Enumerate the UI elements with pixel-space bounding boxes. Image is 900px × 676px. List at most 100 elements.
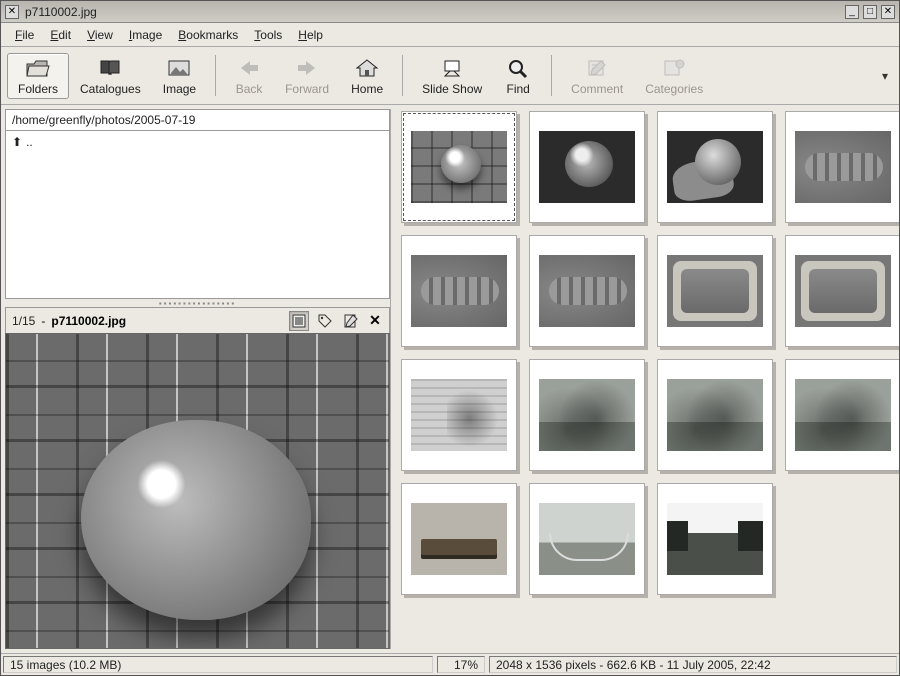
toolbar-categories-label: Categories (645, 82, 703, 96)
thumbnail[interactable] (657, 359, 773, 471)
path-field[interactable]: /home/greenfly/photos/2005-07-19 (5, 109, 390, 131)
fit-mode-button[interactable] (289, 311, 309, 331)
menu-help[interactable]: Help (292, 26, 329, 44)
menu-bookmarks[interactable]: Bookmarks (172, 26, 244, 44)
preview-image[interactable] (5, 333, 390, 649)
thumbnail[interactable] (401, 235, 517, 347)
book-icon (96, 56, 124, 80)
image-icon (165, 56, 193, 80)
folder-list[interactable]: ⬆ .. (5, 131, 390, 299)
thumbnail[interactable] (529, 483, 645, 595)
home-icon (353, 56, 381, 80)
thumb-image (795, 379, 891, 451)
thumb-image (411, 379, 507, 451)
folder-open-icon (24, 56, 52, 80)
toolbar-slideshow-button[interactable]: Slide Show (411, 53, 493, 99)
status-count: 15 images (10.2 MB) (3, 656, 433, 673)
up-arrow-icon: ⬆ (12, 135, 22, 149)
statusbar: 15 images (10.2 MB) 17% 2048 x 1536 pixe… (1, 653, 899, 675)
menu-view[interactable]: View (81, 26, 119, 44)
thumb-image (667, 255, 763, 327)
thumbnail[interactable] (529, 111, 645, 223)
thumbnail[interactable] (401, 483, 517, 595)
edit-button[interactable] (341, 311, 361, 331)
menu-image[interactable]: Image (123, 26, 168, 44)
index-sep: - (41, 314, 45, 328)
status-imageinfo: 2048 x 1536 pixels - 662.6 KB - 11 July … (489, 656, 897, 673)
pencil-icon (343, 313, 359, 329)
thumbnail-panel[interactable] (391, 105, 899, 653)
menubar: File Edit View Image Bookmarks Tools Hel… (1, 23, 899, 47)
toolbar-separator (215, 55, 216, 96)
toolbar-back-button[interactable]: Back (224, 53, 274, 99)
image-filename: p7110002.jpg (51, 314, 126, 328)
thumbnail[interactable] (657, 111, 773, 223)
search-icon (504, 56, 532, 80)
toolbar-find-label: Find (507, 82, 530, 96)
tag-icon (317, 313, 333, 329)
thumb-image (539, 131, 635, 203)
thumbnail[interactable] (785, 359, 899, 471)
toolbar-image-label: Image (163, 82, 196, 96)
toolbar-forward-button[interactable]: Forward (274, 53, 340, 99)
parent-dir-item[interactable]: ⬆ .. (12, 135, 383, 149)
thumb-image (539, 255, 635, 327)
note-icon (583, 56, 611, 80)
arrow-right-icon (293, 56, 321, 80)
thumbnail[interactable] (785, 111, 899, 223)
thumb-image (539, 503, 635, 575)
content-area: /home/greenfly/photos/2005-07-19 ⬆ .. ▪▪… (1, 105, 899, 653)
toolbar-catalogues-button[interactable]: Catalogues (69, 53, 152, 99)
toolbar-back-label: Back (236, 82, 263, 96)
window-minimize-icon[interactable]: _ (845, 5, 859, 19)
tag-button[interactable] (315, 311, 335, 331)
window-close-icon[interactable]: ✕ (881, 5, 895, 19)
parent-dir-label: .. (26, 135, 33, 149)
thumbnail-grid (401, 111, 891, 595)
toolbar-forward-label: Forward (285, 82, 329, 96)
toolbar-catalogues-label: Catalogues (80, 82, 141, 96)
toolbar-home-button[interactable]: Home (340, 53, 394, 99)
toolbar-overflow-button[interactable]: ▾ (877, 49, 893, 102)
arrow-left-icon (235, 56, 263, 80)
window-close-left-icon[interactable]: ✕ (5, 5, 19, 19)
thumbnail[interactable] (529, 359, 645, 471)
thumbnail[interactable] (401, 359, 517, 471)
preview-subject (81, 420, 311, 620)
thumbnail[interactable] (529, 235, 645, 347)
toolbar-folders-button[interactable]: Folders (7, 53, 69, 99)
toolbar: Folders Catalogues Image Back Forwa (1, 47, 899, 105)
pane-splitter[interactable]: ▪▪▪▪▪▪▪▪▪▪▪▪▪▪▪▪ (5, 299, 390, 307)
toolbar-home-label: Home (351, 82, 383, 96)
toolbar-folders-label: Folders (18, 82, 58, 96)
categories-icon (660, 56, 688, 80)
menu-file[interactable]: File (9, 26, 40, 44)
thumbnail[interactable] (401, 111, 517, 223)
status-zoom: 17% (437, 656, 485, 673)
image-index: 1/15 (12, 314, 35, 328)
thumb-image (795, 255, 891, 327)
window-maximize-icon[interactable]: □ (863, 5, 877, 19)
thumb-image (795, 131, 891, 203)
thumb-image (411, 503, 507, 575)
thumb-image (667, 131, 763, 203)
menu-edit[interactable]: Edit (44, 26, 77, 44)
toolbar-slideshow-label: Slide Show (422, 82, 482, 96)
thumb-image (411, 131, 507, 203)
left-panel: /home/greenfly/photos/2005-07-19 ⬆ .. ▪▪… (5, 109, 391, 649)
toolbar-image-button[interactable]: Image (152, 53, 207, 99)
projector-icon (438, 56, 466, 80)
window-title: p7110002.jpg (19, 5, 845, 19)
toolbar-separator (402, 55, 403, 96)
toolbar-comment-button[interactable]: Comment (560, 53, 634, 99)
thumbnail[interactable] (785, 235, 899, 347)
toolbar-find-button[interactable]: Find (493, 53, 543, 99)
thumbnail[interactable] (657, 235, 773, 347)
preview-close-button[interactable]: ✕ (367, 312, 383, 329)
thumb-image (667, 379, 763, 451)
thumbnail[interactable] (657, 483, 773, 595)
toolbar-comment-label: Comment (571, 82, 623, 96)
toolbar-categories-button[interactable]: Categories (634, 53, 714, 99)
menu-tools[interactable]: Tools (248, 26, 288, 44)
thumb-image (539, 379, 635, 451)
